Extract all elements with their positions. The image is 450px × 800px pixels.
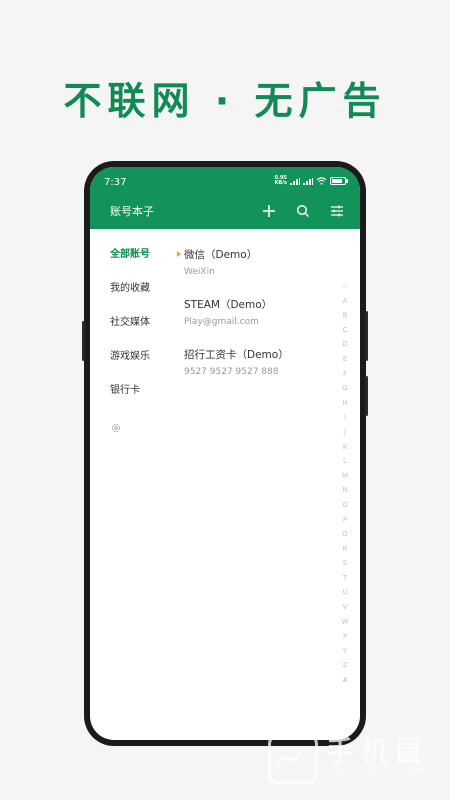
list-item[interactable]: 招行工资卡（Demo） 9527 9527 9527 888 — [184, 349, 334, 399]
list-item[interactable]: 微信（Demo） WeiXin — [177, 249, 334, 299]
phone-volume-button — [365, 376, 368, 416]
index-letter[interactable]: A — [338, 294, 352, 309]
signal-icon — [290, 177, 300, 185]
sidebar-item-bank-cards[interactable]: 银行卡 — [110, 385, 170, 419]
sidebar-item-all-accounts[interactable]: 全部账号 — [110, 249, 170, 283]
index-letter[interactable]: H — [338, 396, 352, 411]
index-letter[interactable]: ☆ — [338, 279, 352, 294]
account-username: 9527 9527 9527 888 — [184, 367, 279, 377]
index-letter[interactable]: Y — [338, 644, 352, 659]
search-icon — [296, 204, 310, 218]
index-letter[interactable]: W — [338, 615, 352, 630]
index-letter[interactable]: I — [338, 410, 352, 425]
index-letter[interactable]: R — [338, 542, 352, 557]
app-bar-actions — [258, 201, 348, 221]
list-item[interactable]: STEAM（Demo） Play@gmail.com — [184, 299, 334, 349]
index-letter[interactable]: U — [338, 585, 352, 600]
filter-button[interactable] — [326, 201, 348, 221]
account-name: STEAM（Demo） — [184, 299, 273, 311]
index-letter[interactable]: Z — [338, 658, 352, 673]
status-bar: 7:37 0.95 KB/s — [90, 167, 360, 193]
account-list: 微信（Demo） WeiXin STEAM（Demo） Play@gmail.c… — [177, 249, 334, 399]
battery-icon — [330, 177, 348, 185]
index-letter[interactable]: V — [338, 600, 352, 615]
index-letter[interactable]: K — [338, 440, 352, 455]
app-title: 账号本子 — [110, 205, 154, 218]
sidebar-item-social-media[interactable]: 社交媒体 — [110, 317, 170, 351]
account-name: 微信（Demo） — [184, 249, 258, 261]
index-letter[interactable]: C — [338, 323, 352, 338]
status-time: 7:37 — [104, 177, 127, 188]
index-letter[interactable]: G — [338, 381, 352, 396]
alphabet-index[interactable]: ☆ A B C D E F G H I J K L M N O P Q R S … — [338, 279, 352, 688]
sidebar-item-favorites[interactable]: 我的收藏 — [110, 283, 170, 317]
index-letter[interactable]: X — [338, 629, 352, 644]
network-speed: 0.95 KB/s — [274, 175, 288, 186]
filter-icon — [331, 205, 343, 217]
gear-icon[interactable] — [110, 422, 122, 434]
phone-frame: 7:37 0.95 KB/s 账号本子 全部账号 我的收藏 社交媒体 游戏娱乐 … — [82, 161, 368, 746]
account-username: WeiXin — [184, 267, 215, 277]
watermark-domain: SHOUJISHU.COM — [330, 766, 426, 777]
index-letter[interactable]: T — [338, 571, 352, 586]
phone-screen: 7:37 0.95 KB/s 账号本子 全部账号 我的收藏 社交媒体 游戏娱乐 … — [90, 167, 360, 740]
index-letter[interactable]: # — [338, 673, 352, 688]
account-username: Play@gmail.com — [184, 317, 259, 327]
index-letter[interactable]: Q — [338, 527, 352, 542]
phone-power-button — [365, 311, 368, 361]
wifi-icon — [316, 177, 327, 185]
account-name: 招行工资卡（Demo） — [184, 349, 289, 361]
plus-icon — [263, 205, 275, 217]
index-letter[interactable]: F — [338, 367, 352, 382]
index-letter[interactable]: B — [338, 308, 352, 323]
index-letter[interactable]: M — [338, 469, 352, 484]
index-letter[interactable]: L — [338, 454, 352, 469]
index-letter[interactable]: O — [338, 498, 352, 513]
search-button[interactable] — [292, 201, 314, 221]
signal-icon-2 — [303, 177, 313, 185]
phone-side-button — [82, 321, 85, 361]
status-icons: 0.95 KB/s — [274, 175, 348, 186]
promo-headline: 不联网 · 无广告 — [63, 79, 387, 123]
index-letter[interactable]: D — [338, 337, 352, 352]
app-bar: 账号本子 — [90, 193, 360, 229]
add-button[interactable] — [258, 201, 280, 221]
index-letter[interactable]: N — [338, 483, 352, 498]
index-letter[interactable]: P — [338, 513, 352, 528]
index-letter[interactable]: J — [338, 425, 352, 440]
sidebar-item-games[interactable]: 游戏娱乐 — [110, 351, 170, 385]
index-letter[interactable]: S — [338, 556, 352, 571]
category-sidebar: 全部账号 我的收藏 社交媒体 游戏娱乐 银行卡 — [110, 249, 170, 438]
index-letter[interactable]: E — [338, 352, 352, 367]
selection-marker-icon — [177, 251, 181, 257]
